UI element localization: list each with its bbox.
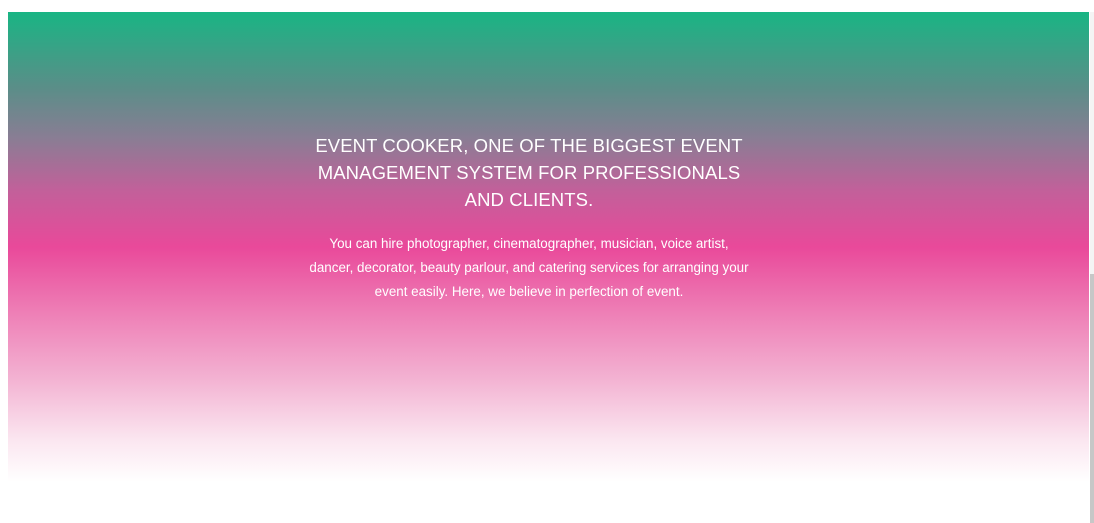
hero-banner: EVENT COOKER, ONE OF THE BIGGEST EVENT M… [8, 12, 1089, 482]
hero-title: EVENT COOKER, ONE OF THE BIGGEST EVENT M… [315, 135, 743, 210]
hero-description: You can hire photographer, cinematograph… [309, 236, 749, 299]
hero-content: EVENT COOKER, ONE OF THE BIGGEST EVENT M… [308, 132, 750, 304]
page: EVENT COOKER, ONE OF THE BIGGEST EVENT M… [0, 0, 1094, 523]
vertical-scrollbar[interactable] [1090, 12, 1094, 523]
scrollbar-thumb[interactable] [1090, 274, 1094, 523]
